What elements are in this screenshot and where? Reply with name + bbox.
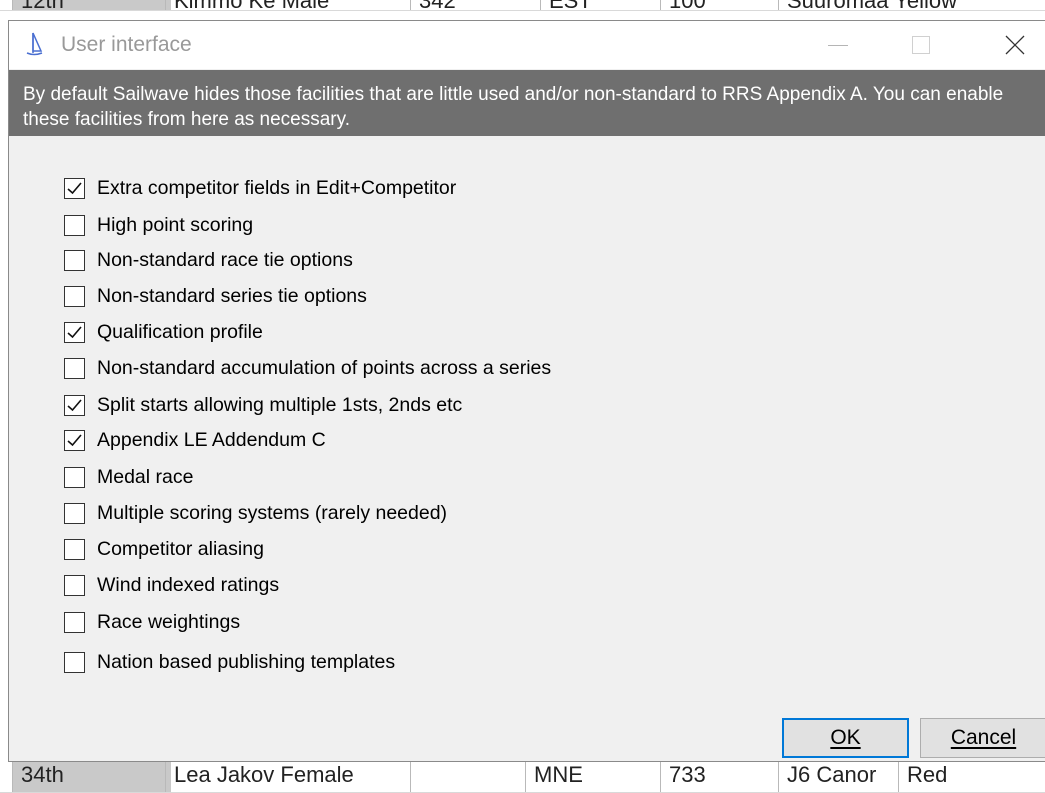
checkbox[interactable] bbox=[64, 394, 85, 416]
option-label: Split starts allowing multiple 1sts, 2nd… bbox=[97, 393, 463, 416]
option-label: Wind indexed ratings bbox=[97, 573, 280, 596]
maximize-icon bbox=[912, 36, 930, 54]
user-interface-dialog: User interface By default Sailwave hides… bbox=[8, 20, 1045, 762]
option-label: Non-standard series tie options bbox=[97, 284, 367, 307]
checkbox[interactable] bbox=[64, 285, 85, 307]
checkbox[interactable] bbox=[64, 538, 85, 560]
option-label: Medal race bbox=[97, 465, 194, 488]
option-label: Competitor aliasing bbox=[97, 537, 264, 560]
minimize-button[interactable] bbox=[815, 21, 861, 69]
bg-cell: 12th bbox=[12, 0, 171, 10]
option-split-starts[interactable]: Split starts allowing multiple 1sts, 2nd… bbox=[64, 390, 462, 420]
bg-cell: EST bbox=[540, 0, 659, 10]
option-medal-race[interactable]: Medal race bbox=[64, 462, 193, 492]
option-multiple-scoring[interactable]: Multiple scoring systems (rarely needed) bbox=[64, 498, 447, 528]
option-race-tie[interactable]: Non-standard race tie options bbox=[64, 245, 353, 275]
checkbox[interactable] bbox=[64, 321, 85, 343]
bg-cell: 34th bbox=[12, 762, 171, 792]
option-label: Appendix LE Addendum C bbox=[97, 428, 326, 451]
background-table-row-top: 12th Kimmo Ke Male 342 EST 100 Suuromaa … bbox=[0, 0, 1045, 11]
option-race-weightings[interactable]: Race weightings bbox=[64, 607, 240, 637]
check-icon bbox=[67, 181, 82, 194]
bg-cell: J6 Canor bbox=[778, 762, 897, 792]
option-competitor-aliasing[interactable]: Competitor aliasing bbox=[64, 534, 264, 564]
bg-cell: Lea Jakov Female bbox=[165, 762, 414, 792]
check-icon bbox=[67, 325, 82, 338]
check-icon bbox=[67, 433, 82, 446]
checkbox[interactable] bbox=[64, 502, 85, 524]
info-banner: By default Sailwave hides those faciliti… bbox=[9, 70, 1045, 136]
bg-cell: MNE bbox=[525, 762, 654, 792]
option-nation-templates[interactable]: Nation based publishing templates bbox=[64, 647, 395, 677]
option-label: High point scoring bbox=[97, 213, 254, 236]
bg-cell: 733 bbox=[660, 762, 779, 792]
sailboat-icon bbox=[23, 31, 45, 57]
close-icon bbox=[1005, 35, 1025, 55]
ok-button[interactable]: OK bbox=[782, 718, 909, 758]
minimize-icon bbox=[828, 44, 848, 46]
bg-cell: Red bbox=[898, 762, 1027, 792]
checkbox[interactable] bbox=[64, 177, 85, 199]
option-label: Nation based publishing templates bbox=[97, 650, 396, 673]
maximize-button[interactable] bbox=[898, 21, 944, 69]
option-label: Non-standard accumulation of points acro… bbox=[97, 356, 552, 379]
option-high-point-scoring[interactable]: High point scoring bbox=[64, 210, 253, 240]
option-qualification-profile[interactable]: Qualification profile bbox=[64, 317, 263, 347]
checkbox[interactable] bbox=[64, 611, 85, 633]
option-appendix-le[interactable]: Appendix LE Addendum C bbox=[64, 425, 326, 455]
option-series-tie[interactable]: Non-standard series tie options bbox=[64, 281, 367, 311]
checkbox[interactable] bbox=[64, 214, 85, 236]
title-bar[interactable]: User interface bbox=[9, 21, 1045, 69]
option-wind-indexed[interactable]: Wind indexed ratings bbox=[64, 570, 279, 600]
close-button[interactable] bbox=[992, 21, 1038, 69]
checkbox[interactable] bbox=[64, 357, 85, 379]
option-label: Multiple scoring systems (rarely needed) bbox=[97, 501, 448, 524]
bg-cell: 100 bbox=[660, 0, 779, 10]
option-label: Non-standard race tie options bbox=[97, 248, 353, 271]
background-table-row-bottom: 34th Lea Jakov Female MNE 733 J6 Canor R… bbox=[0, 762, 1045, 793]
bg-cell: Kimmo Ke Male bbox=[165, 0, 384, 10]
bg-cell bbox=[410, 762, 529, 792]
checkbox[interactable] bbox=[64, 651, 85, 673]
bg-cell: 342 bbox=[410, 0, 529, 10]
option-label: Qualification profile bbox=[97, 320, 263, 343]
checkbox[interactable] bbox=[64, 466, 85, 488]
checkbox[interactable] bbox=[64, 249, 85, 271]
cancel-button[interactable]: Cancel bbox=[920, 718, 1045, 758]
option-label: Extra competitor fields in Edit+Competit… bbox=[97, 176, 457, 199]
checkbox[interactable] bbox=[64, 574, 85, 596]
option-accumulation[interactable]: Non-standard accumulation of points acro… bbox=[64, 353, 551, 383]
bg-cell: Suuromaa Yellow bbox=[778, 0, 1027, 10]
checkbox[interactable] bbox=[64, 429, 85, 451]
option-extra-competitor-fields[interactable]: Extra competitor fields in Edit+Competit… bbox=[64, 173, 456, 203]
dialog-title: User interface bbox=[61, 33, 192, 56]
option-label: Race weightings bbox=[97, 610, 241, 633]
check-icon bbox=[67, 398, 82, 411]
